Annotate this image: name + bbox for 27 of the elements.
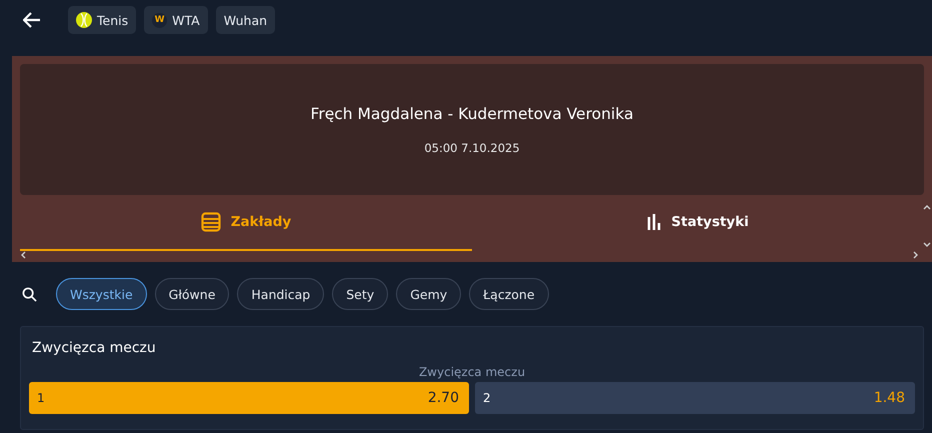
- scroll-left-icon[interactable]: [20, 251, 26, 259]
- breadcrumb-chip[interactable]: Wuhan: [216, 6, 276, 34]
- league-badge: W: [152, 12, 168, 28]
- filter-chip[interactable]: Sety: [332, 278, 388, 310]
- scroll-down-icon[interactable]: [923, 242, 931, 248]
- scroll-right-icon[interactable]: [913, 251, 919, 259]
- search-icon[interactable]: [22, 286, 37, 302]
- list-icon: [200, 212, 221, 232]
- filter-chip[interactable]: Główne: [154, 278, 230, 310]
- bar-chart-icon: [647, 214, 662, 230]
- filter-chip[interactable]: Gemy: [396, 278, 462, 310]
- filter-chip[interactable]: Łączone: [469, 278, 549, 310]
- breadcrumb-chip[interactable]: W WTA: [144, 6, 208, 34]
- tab[interactable]: Statystyki: [472, 195, 924, 251]
- market-subtitle: Zwycięzca meczu: [418, 365, 526, 379]
- back-arrow-icon[interactable]: [23, 12, 41, 28]
- match-title: Fręch Magdalena - Kudermetova Veronika: [310, 104, 634, 122]
- filter-chip[interactable]: Wszystkie: [56, 278, 147, 310]
- market-title: Zwycięzca meczu: [31, 340, 157, 356]
- match-time: 05:00 7.10.2025: [424, 140, 520, 154]
- odds-button[interactable]: 1 2.70: [29, 382, 469, 414]
- odds-button[interactable]: 2 1.48: [475, 382, 915, 414]
- breadcrumb-chip[interactable]: Tenis: [68, 6, 136, 34]
- filter-chip[interactable]: Handicap: [237, 278, 324, 310]
- tab[interactable]: Zakłady: [20, 195, 472, 251]
- tennis-ball-icon: [76, 12, 92, 28]
- scroll-up-icon[interactable]: [923, 204, 931, 210]
